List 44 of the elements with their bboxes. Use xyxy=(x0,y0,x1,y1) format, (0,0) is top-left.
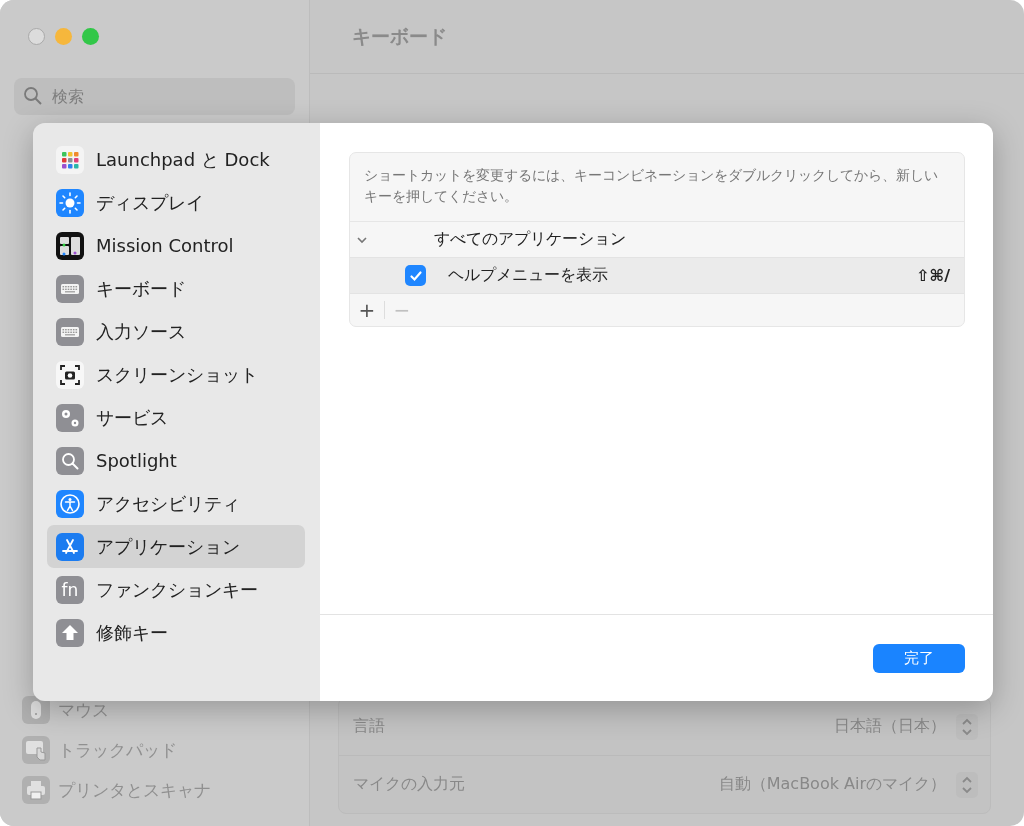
shortcut-keys[interactable]: ⇧⌘/ xyxy=(915,266,950,285)
printer-icon xyxy=(22,776,50,804)
trackpad-icon xyxy=(22,736,50,764)
keyboard-icon xyxy=(56,274,84,303)
screenshot-icon xyxy=(56,360,84,389)
category-item[interactable]: 入力ソース xyxy=(47,310,305,353)
search-field[interactable]: 検索 xyxy=(14,78,295,115)
accessibility-icon xyxy=(56,489,84,518)
shortcut-label: ヘルプメニューを表示 xyxy=(448,265,609,286)
keyboard-icon xyxy=(56,317,84,346)
fn-key-icon: fn xyxy=(56,575,84,604)
launchpad-icon xyxy=(56,145,84,174)
setting-label: 言語 xyxy=(353,716,386,737)
services-icon xyxy=(56,403,84,432)
done-button[interactable]: 完了 xyxy=(873,644,965,673)
search-icon xyxy=(23,86,43,106)
window-title: キーボード xyxy=(310,0,1024,74)
category-item[interactable]: サービス xyxy=(47,396,305,439)
appstore-icon xyxy=(56,532,84,561)
add-button[interactable]: + xyxy=(354,298,380,322)
setting-label: マイクの入力元 xyxy=(353,774,466,795)
close-button[interactable] xyxy=(28,28,45,45)
category-item[interactable]: ディスプレイ xyxy=(47,181,305,224)
display-icon xyxy=(56,188,84,217)
category-item[interactable]: アプリケーション xyxy=(47,525,305,568)
category-item[interactable]: 修飾キー xyxy=(47,611,305,654)
category-item[interactable]: アクセシビリティ xyxy=(47,482,305,525)
mission-icon xyxy=(56,231,84,260)
checkbox[interactable] xyxy=(405,265,426,286)
stepper-icon[interactable] xyxy=(956,771,978,798)
category-item[interactable]: Launchpad と Dock xyxy=(47,138,305,181)
category-item[interactable]: スクリーンショット xyxy=(47,353,305,396)
category-item[interactable]: Spotlight xyxy=(47,439,305,482)
spotlight-icon xyxy=(56,446,84,475)
category-item[interactable]: Mission Control xyxy=(47,224,305,267)
category-item[interactable]: キーボード xyxy=(47,267,305,310)
checkmark-icon xyxy=(408,268,423,283)
category-item[interactable]: fn ファンクションキー xyxy=(47,568,305,611)
minimize-button[interactable] xyxy=(55,28,72,45)
group-label: すべてのアプリケーション xyxy=(434,229,626,250)
description-text: ショートカットを変更するには、キーコンビネーションをダブルクリックしてから、新しいキーを押してください。 xyxy=(350,153,964,222)
stepper-icon[interactable] xyxy=(956,713,978,740)
modifier-icon xyxy=(56,618,84,647)
zoom-button[interactable] xyxy=(82,28,99,45)
